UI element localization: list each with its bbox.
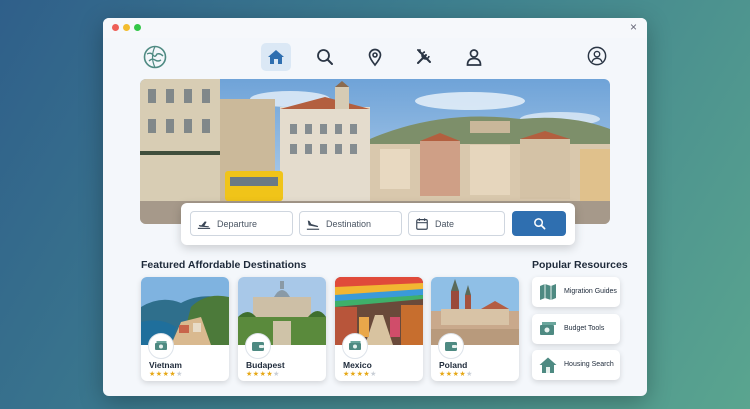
resource-label: Migration Guides — [564, 287, 617, 295]
money-stack-icon — [155, 341, 167, 350]
calendar-icon — [416, 217, 428, 230]
card-name: Vietnam — [149, 360, 182, 370]
star-filled-icon: ★ — [343, 371, 350, 378]
money-stack-icon — [540, 322, 556, 335]
top-nav — [103, 42, 647, 74]
search-bar — [181, 203, 575, 245]
title-bar: × — [103, 18, 647, 38]
card-name: Mexico — [343, 360, 372, 370]
star-empty-icon: ★ — [370, 371, 377, 378]
account-circle-icon — [587, 46, 607, 66]
star-filled-icon: ★ — [349, 371, 357, 378]
nav-home-button[interactable] — [261, 43, 291, 71]
card-name: Budapest — [246, 360, 285, 370]
search-icon — [533, 218, 545, 230]
wallet-icon — [445, 342, 457, 351]
search-button[interactable] — [512, 211, 566, 236]
star-filled-icon: ★ — [252, 371, 260, 378]
resource-housing-search[interactable]: Housing Search — [532, 350, 620, 380]
destination-card-poland[interactable]: Poland ★★★★★ — [431, 277, 519, 381]
star-filled-icon: ★ — [155, 371, 163, 378]
destination-card-vietnam[interactable]: Vietnam ★★★★★ — [141, 277, 229, 381]
nav-user-button[interactable] — [459, 43, 489, 71]
resource-budget-tools[interactable]: Budget Tools — [532, 314, 620, 344]
star-rating: ★★★★★ — [439, 370, 473, 378]
home-icon — [268, 50, 284, 64]
card-name: Poland — [439, 360, 468, 370]
star-empty-icon: ★ — [466, 371, 473, 378]
destination-card-budapest[interactable]: Budapest ★★★★★ — [238, 277, 326, 381]
window-maximize-dot[interactable] — [134, 24, 141, 31]
departure-input[interactable] — [217, 218, 287, 229]
plane-arrival-icon — [306, 220, 320, 230]
featured-title: Featured Affordable Destinations — [141, 259, 307, 271]
badge — [148, 333, 174, 359]
nav-location-button[interactable] — [360, 43, 390, 71]
date-field[interactable] — [408, 211, 505, 236]
wallet-icon — [252, 342, 264, 351]
plane-departure-icon — [197, 220, 211, 229]
star-empty-icon: ★ — [176, 371, 183, 378]
window-minimize-dot[interactable] — [123, 24, 130, 31]
departure-field[interactable] — [190, 211, 293, 236]
star-filled-icon: ★ — [149, 371, 156, 378]
house-icon — [539, 357, 557, 373]
badge — [342, 333, 368, 359]
resource-label: Housing Search — [564, 360, 614, 368]
star-filled-icon: ★ — [445, 371, 453, 378]
user-icon — [466, 49, 482, 66]
profile-button[interactable] — [587, 46, 609, 68]
destination-card-mexico[interactable]: Mexico ★★★★★ — [335, 277, 423, 381]
star-filled-icon: ★ — [439, 371, 446, 378]
destination-field[interactable] — [299, 211, 402, 236]
star-empty-icon: ★ — [273, 371, 280, 378]
location-pin-icon — [368, 48, 382, 67]
destination-input[interactable] — [326, 218, 396, 229]
close-icon[interactable]: × — [630, 20, 637, 34]
resource-migration-guides[interactable]: Migration Guides — [532, 277, 620, 307]
map-icon — [540, 284, 556, 300]
star-rating: ★★★★★ — [343, 370, 377, 378]
resources-title: Popular Resources — [532, 259, 628, 271]
star-rating: ★★★★★ — [246, 370, 280, 378]
resource-label: Budget Tools — [564, 324, 605, 332]
badge — [245, 333, 271, 359]
app-window: × Departure Destination Date Featured Af… — [103, 18, 647, 396]
globe-logo-icon[interactable] — [143, 45, 167, 69]
date-input[interactable] — [435, 218, 505, 229]
star-rating: ★★★★★ — [149, 370, 183, 378]
tools-icon — [417, 49, 431, 64]
nav-tools-button[interactable] — [409, 43, 439, 71]
search-icon — [317, 49, 333, 65]
money-stack-icon — [349, 341, 361, 350]
nav-search-button[interactable] — [310, 43, 340, 71]
star-filled-icon: ★ — [246, 371, 253, 378]
window-close-dot[interactable] — [112, 24, 119, 31]
badge — [438, 333, 464, 359]
